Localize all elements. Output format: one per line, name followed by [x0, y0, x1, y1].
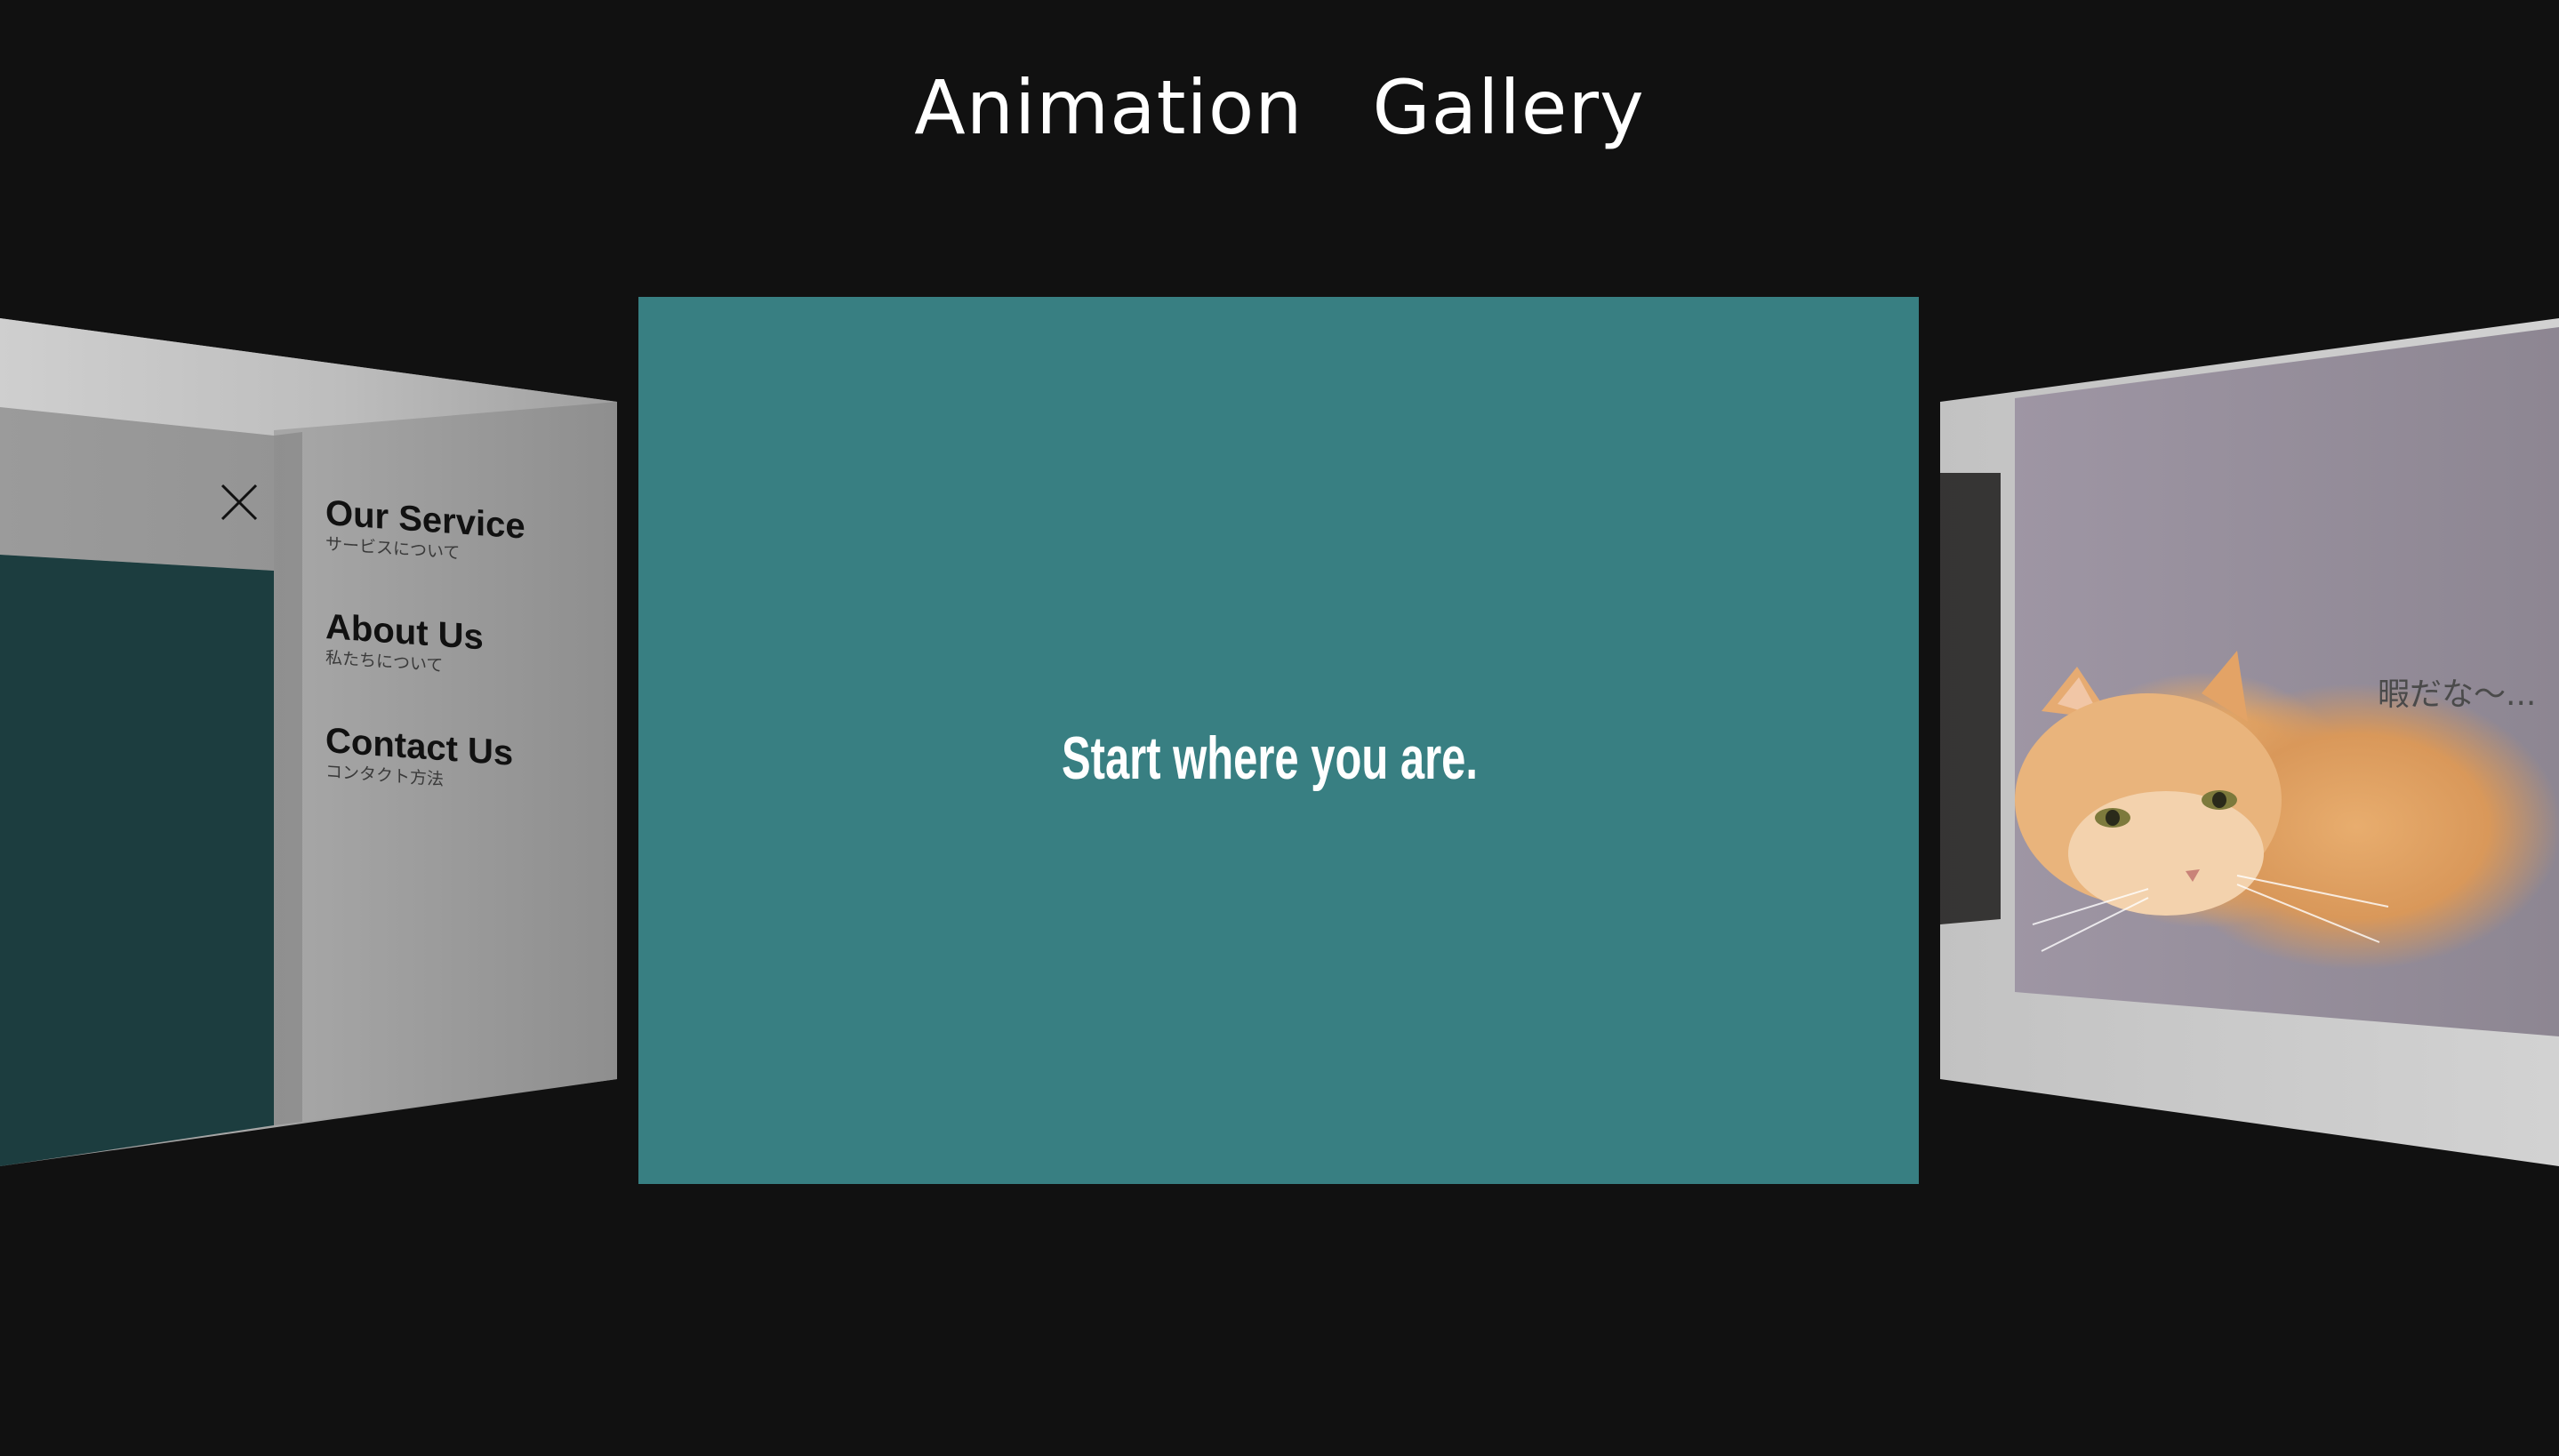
cat-caption: 暇だな〜...: [2378, 676, 2537, 713]
slide-right-photo[interactable]: 暇だな〜...: [0, 0, 2559, 1456]
gallery-stage: Animation Gallery Our Service サービスについて Ab…: [0, 0, 2559, 1456]
